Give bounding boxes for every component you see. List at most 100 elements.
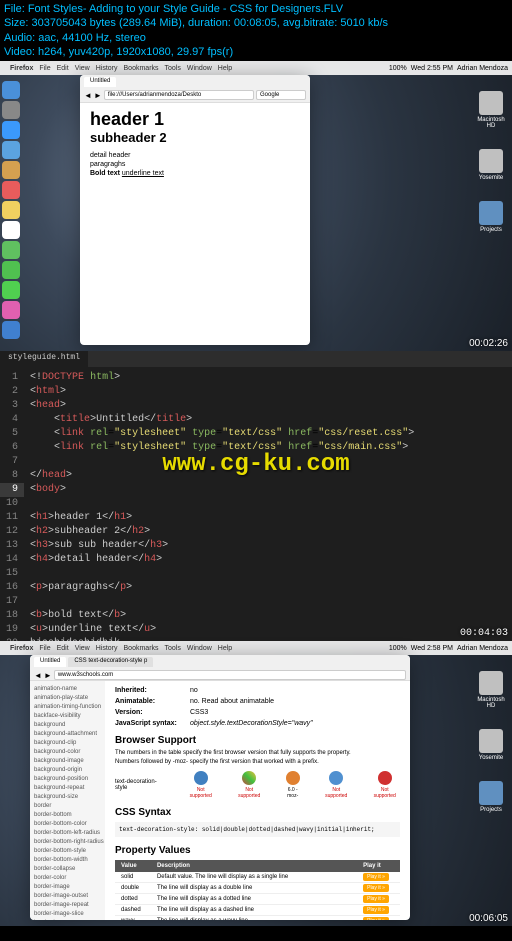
sidebar-item[interactable]: animation-play-state: [34, 694, 101, 703]
code-line[interactable]: <body>: [30, 483, 414, 497]
reference-sidebar[interactable]: animation-nameanimation-play-stateanimat…: [30, 681, 105, 920]
sidebar-item[interactable]: border-image: [34, 883, 101, 892]
projects-icon[interactable]: Projects: [476, 201, 506, 233]
sidebar-item[interactable]: border-bottom-color: [34, 820, 101, 829]
firefox-window[interactable]: Untitled ◄ ► file:///Users/adrianmendoza…: [80, 75, 310, 345]
dock-safari-icon[interactable]: [2, 121, 20, 139]
firefox-window[interactable]: Untitled CSS text-decoration-style p ◄ ►…: [30, 655, 410, 920]
sidebar-item[interactable]: border-image-outset: [34, 892, 101, 901]
dock-facetime-icon[interactable]: [2, 281, 20, 299]
sidebar-item[interactable]: border-bottom: [34, 811, 101, 820]
play-button[interactable]: Play it »: [363, 895, 389, 903]
browser-tab-1[interactable]: Untitled: [34, 657, 66, 667]
menu-file[interactable]: File: [39, 645, 50, 652]
play-button[interactable]: Play it »: [363, 917, 389, 920]
editor-tab[interactable]: styleguide.html: [0, 351, 88, 367]
url-input[interactable]: file:///Users/adrianmendoza/Deskto: [104, 90, 254, 100]
code-line[interactable]: <p>paragraghs</p>: [30, 581, 414, 595]
search-input[interactable]: Google: [256, 90, 306, 100]
projects-icon[interactable]: Projects: [476, 781, 506, 813]
code-line[interactable]: <u>underline text</u>: [30, 623, 414, 637]
dock-mail-icon[interactable]: [2, 141, 20, 159]
menu-file[interactable]: File: [39, 65, 50, 72]
sidebar-item[interactable]: background-size: [34, 793, 101, 802]
sidebar-item[interactable]: background-attachment: [34, 730, 101, 739]
menu-bookmarks[interactable]: Bookmarks: [124, 65, 159, 72]
dock-reminders-icon[interactable]: [2, 221, 20, 239]
back-icon[interactable]: ◄: [34, 671, 42, 680]
code-line[interactable]: [30, 497, 414, 511]
sidebar-item[interactable]: border-bottom-style: [34, 847, 101, 856]
sidebar-item[interactable]: border-image-slice: [34, 910, 101, 919]
sidebar-item[interactable]: background-repeat: [34, 784, 101, 793]
code-line[interactable]: [30, 567, 414, 581]
dock-maps-icon[interactable]: [2, 241, 20, 259]
menu-window[interactable]: Window: [187, 65, 212, 72]
dock-finder-icon[interactable]: [2, 81, 20, 99]
code-line[interactable]: <head>: [30, 399, 414, 413]
code-line[interactable]: [30, 595, 414, 609]
menu-tools[interactable]: Tools: [165, 645, 181, 652]
menu-edit[interactable]: Edit: [57, 65, 69, 72]
hd-icon[interactable]: Macintosh HD: [476, 671, 506, 709]
back-icon[interactable]: ◄: [84, 91, 92, 100]
menu-view[interactable]: View: [75, 645, 90, 652]
sidebar-item[interactable]: border: [34, 802, 101, 811]
sidebar-item[interactable]: border-bottom-left-radius: [34, 829, 101, 838]
sidebar-item[interactable]: animation-name: [34, 685, 101, 694]
code-line[interactable]: <h1>header 1</h1>: [30, 511, 414, 525]
hd-icon[interactable]: Macintosh HD: [476, 91, 506, 129]
code-line[interactable]: <h3>sub sub header</h3>: [30, 539, 414, 553]
dock-appstore-icon[interactable]: [2, 321, 20, 339]
code-line[interactable]: <h2>subheader 2</h2>: [30, 525, 414, 539]
sidebar-item[interactable]: background-color: [34, 748, 101, 757]
menu-tools[interactable]: Tools: [165, 65, 181, 72]
sidebar-item[interactable]: border-image-repeat: [34, 901, 101, 910]
yosemite-icon[interactable]: Yosemite: [476, 149, 506, 181]
dock-launchpad-icon[interactable]: [2, 101, 20, 119]
sidebar-item[interactable]: animation-timing-function: [34, 703, 101, 712]
browser-tab[interactable]: Untitled: [84, 77, 116, 87]
sidebar-item[interactable]: background-image: [34, 757, 101, 766]
code-line[interactable]: <html>: [30, 385, 414, 399]
code-line[interactable]: <h4>detail header</h4>: [30, 553, 414, 567]
menu-window[interactable]: Window: [187, 645, 212, 652]
sidebar-item[interactable]: background-origin: [34, 766, 101, 775]
app-name[interactable]: Firefox: [10, 65, 33, 72]
app-name[interactable]: Firefox: [10, 645, 33, 652]
sidebar-item[interactable]: border-bottom-right-radius: [34, 838, 101, 847]
code-line[interactable]: <!DOCTYPE html>: [30, 371, 414, 385]
menu-view[interactable]: View: [75, 65, 90, 72]
menu-help[interactable]: Help: [218, 65, 232, 72]
dock-contacts-icon[interactable]: [2, 161, 20, 179]
dock-messages-icon[interactable]: [2, 261, 20, 279]
url-input[interactable]: www.w3schools.com: [54, 670, 406, 680]
sidebar-item[interactable]: border-collapse: [34, 865, 101, 874]
play-button[interactable]: Play it »: [363, 906, 389, 914]
sidebar-item[interactable]: backface-visibility: [34, 712, 101, 721]
dock-notes-icon[interactable]: [2, 201, 20, 219]
code-line[interactable]: <b>bold text</b>: [30, 609, 414, 623]
macos-menubar[interactable]: Firefox File Edit View History Bookmarks…: [0, 61, 512, 75]
forward-icon[interactable]: ►: [44, 671, 52, 680]
browser-tab-2[interactable]: CSS text-decoration-style p: [68, 657, 153, 667]
sidebar-item[interactable]: background: [34, 721, 101, 730]
forward-icon[interactable]: ►: [94, 91, 102, 100]
sidebar-item[interactable]: border-color: [34, 874, 101, 883]
menu-history[interactable]: History: [96, 65, 118, 72]
macos-menubar[interactable]: Firefox File Edit View History Bookmarks…: [0, 641, 512, 655]
sidebar-item[interactable]: background-clip: [34, 739, 101, 748]
menu-bookmarks[interactable]: Bookmarks: [124, 645, 159, 652]
menu-help[interactable]: Help: [218, 645, 232, 652]
sidebar-item[interactable]: border-bottom-width: [34, 856, 101, 865]
play-button[interactable]: Play it »: [363, 873, 389, 881]
dock-itunes-icon[interactable]: [2, 301, 20, 319]
yosemite-icon[interactable]: Yosemite: [476, 729, 506, 761]
play-button[interactable]: Play it »: [363, 884, 389, 892]
menu-edit[interactable]: Edit: [57, 645, 69, 652]
menu-history[interactable]: History: [96, 645, 118, 652]
sidebar-item[interactable]: background-position: [34, 775, 101, 784]
code-line[interactable]: <link rel="stylesheet" type="text/css" h…: [30, 427, 414, 441]
dock[interactable]: [2, 81, 22, 339]
code-line[interactable]: <title>Untitled</title>: [30, 413, 414, 427]
